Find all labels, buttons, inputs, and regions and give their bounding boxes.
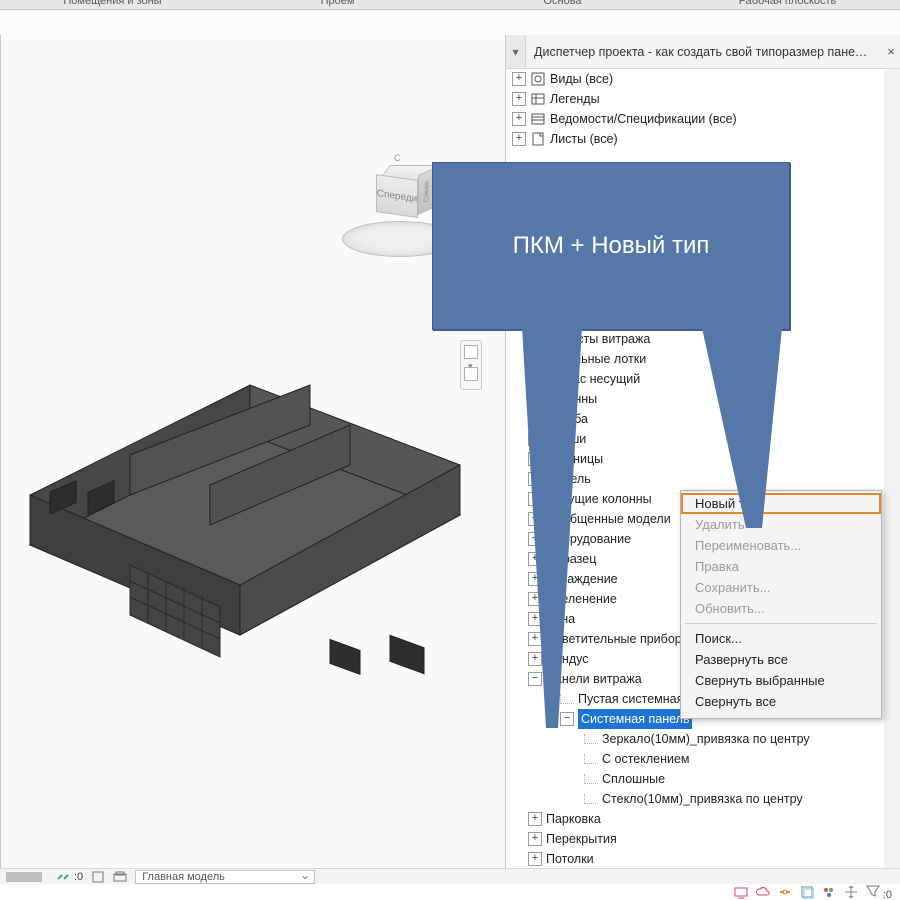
expand-icon[interactable] bbox=[512, 132, 526, 146]
view-cube-body[interactable]: Слева Спереди bbox=[370, 165, 430, 225]
annotation-callout: ПКМ + Новый тип bbox=[432, 162, 790, 330]
tree-line-icon bbox=[584, 794, 598, 804]
status-filter-count[interactable]: :0 bbox=[866, 884, 892, 900]
tree-node-after-1[interactable]: Перекрытия bbox=[506, 829, 900, 849]
view-control-bar: :0 Главная модель bbox=[0, 868, 900, 884]
expand-icon[interactable] bbox=[528, 652, 542, 666]
status-presentation-icon[interactable] bbox=[734, 885, 748, 899]
tree-label: Листы (все) bbox=[550, 129, 618, 149]
menu-item-collapse-selected[interactable]: Свернуть выбранные bbox=[681, 670, 881, 691]
tree-label: С остеклением bbox=[602, 749, 690, 769]
views-icon bbox=[530, 72, 546, 86]
expand-icon[interactable] bbox=[512, 72, 526, 86]
expand-icon[interactable] bbox=[528, 632, 542, 646]
tree-scrollbar[interactable] bbox=[884, 69, 900, 868]
menu-item-collapse-all[interactable]: Свернуть все bbox=[681, 691, 881, 712]
callout-box: ПКМ + Новый тип bbox=[432, 162, 790, 330]
collapse-icon[interactable] bbox=[560, 712, 574, 726]
canvas-left-rule bbox=[0, 35, 1, 868]
compass-north-label: С bbox=[394, 153, 401, 163]
tree-node-after-0[interactable]: Парковка bbox=[506, 809, 900, 829]
tree-label: Потолки bbox=[546, 849, 594, 868]
tree-node-syspanel-type-3[interactable]: Стекло(10мм)_привязка по центру bbox=[506, 789, 900, 809]
expand-icon[interactable] bbox=[512, 92, 526, 106]
status-drag-icon[interactable] bbox=[844, 885, 858, 899]
menu-separator bbox=[685, 623, 877, 624]
tree-line-icon bbox=[584, 774, 598, 784]
model-3d-view[interactable] bbox=[10, 315, 470, 675]
menu-item-delete: Удалить bbox=[681, 514, 881, 535]
link-select-icon bbox=[56, 870, 70, 884]
expand-icon[interactable] bbox=[528, 852, 542, 866]
selection-count-a[interactable]: :0 bbox=[56, 870, 83, 884]
menu-item-expand-all[interactable]: Развернуть все bbox=[681, 649, 881, 670]
ribbon-group-opening: Проем bbox=[225, 0, 450, 7]
callout-text: ПКМ + Новый тип bbox=[513, 232, 710, 260]
ribbon-group-labels: Помещения и зоны Проем Основа Рабочая пл… bbox=[0, 0, 900, 7]
menu-item-reload: Обновить... bbox=[681, 598, 881, 619]
expand-icon[interactable] bbox=[512, 112, 526, 126]
status-select-underlay-icon[interactable] bbox=[800, 885, 814, 899]
schedule-icon bbox=[530, 112, 546, 126]
app-root: Помещения и зоны Проем Основа Рабочая пл… bbox=[0, 0, 900, 900]
ribbon-group-datum: Основа bbox=[450, 0, 675, 7]
filter-count-label: :0 bbox=[883, 889, 892, 900]
view-cube-front-face[interactable]: Спереди bbox=[376, 174, 418, 218]
workset-icon bbox=[113, 870, 127, 884]
collapse-icon[interactable] bbox=[528, 672, 542, 686]
tree-label: Парковка bbox=[546, 809, 601, 829]
sheet-small-icon bbox=[91, 870, 105, 884]
tree-node-sheets[interactable]: Листы (все) bbox=[506, 129, 900, 149]
ribbon-group-workplane: Рабочая плоскость bbox=[675, 0, 900, 7]
tree-label: Сплошные bbox=[602, 769, 665, 789]
menu-item-search[interactable]: Поиск... bbox=[681, 628, 881, 649]
expand-icon[interactable] bbox=[528, 812, 542, 826]
view-canvas[interactable]: С Слева Спереди ▾ bbox=[0, 35, 506, 868]
status-select-links-icon[interactable] bbox=[778, 885, 792, 899]
panel-close-button[interactable]: × bbox=[882, 44, 900, 59]
panel-options-button[interactable]: ▾ bbox=[506, 35, 526, 68]
status-bar: :0 bbox=[0, 884, 900, 900]
tree-label: Легенды bbox=[550, 89, 600, 109]
viewbar-spacer bbox=[6, 872, 42, 882]
menu-item-save: Сохранить... bbox=[681, 577, 881, 598]
menu-item-rename: Переименовать... bbox=[681, 535, 881, 556]
tree-node-legends[interactable]: Легенды bbox=[506, 89, 900, 109]
building-isometric-icon bbox=[10, 315, 470, 675]
tree-line-icon bbox=[584, 754, 598, 764]
tree-node-after-2[interactable]: Потолки bbox=[506, 849, 900, 868]
workset-toggle[interactable] bbox=[113, 870, 127, 884]
expand-icon[interactable] bbox=[528, 832, 542, 846]
ribbon-group-rooms: Помещения и зоны bbox=[0, 0, 225, 7]
status-select-pinned-icon[interactable] bbox=[822, 885, 836, 899]
tree-label-selected: Системная панель bbox=[578, 709, 692, 729]
legend-icon bbox=[530, 92, 546, 106]
tree-label: Перекрытия bbox=[546, 829, 617, 849]
menu-item-new-type[interactable]: Новый тип bbox=[681, 493, 881, 514]
tree-label: Стекло(10мм)_привязка по центру bbox=[602, 789, 803, 809]
ribbon-gap bbox=[0, 10, 900, 35]
tree-label: Зеркало(10мм)_привязка по центру bbox=[602, 729, 810, 749]
filter-toggle[interactable] bbox=[91, 870, 105, 884]
tree-node-syspanel-type-2[interactable]: Сплошные bbox=[506, 769, 900, 789]
tree-node-syspanel-type-0[interactable]: Зеркало(10мм)_привязка по центру bbox=[506, 729, 900, 749]
tree-label: Осветительные приборы bbox=[546, 629, 691, 649]
tree-node-views[interactable]: Виды (все) bbox=[506, 69, 900, 89]
project-browser-title: Диспетчер проекта - как создать свой тип… bbox=[526, 45, 882, 59]
workset-combo[interactable]: Главная модель bbox=[135, 870, 315, 884]
count-label: :0 bbox=[74, 871, 83, 883]
status-cloud-icon[interactable] bbox=[756, 885, 770, 899]
funnel-icon bbox=[866, 884, 880, 898]
tree-node-syspanel-type-1[interactable]: С остеклением bbox=[506, 749, 900, 769]
context-menu: Новый тип Удалить Переименовать... Правк… bbox=[680, 490, 882, 719]
tree-line-icon bbox=[560, 694, 574, 704]
project-browser-header[interactable]: ▾ Диспетчер проекта - как создать свой т… bbox=[506, 35, 900, 69]
tree-line-icon bbox=[584, 734, 598, 744]
tree-node-schedules[interactable]: Ведомости/Спецификации (все) bbox=[506, 109, 900, 129]
menu-item-edit: Правка bbox=[681, 556, 881, 577]
tree-label: Ведомости/Спецификации (все) bbox=[550, 109, 737, 129]
tree-label: Виды (все) bbox=[550, 69, 613, 89]
sheet-icon bbox=[530, 132, 546, 146]
